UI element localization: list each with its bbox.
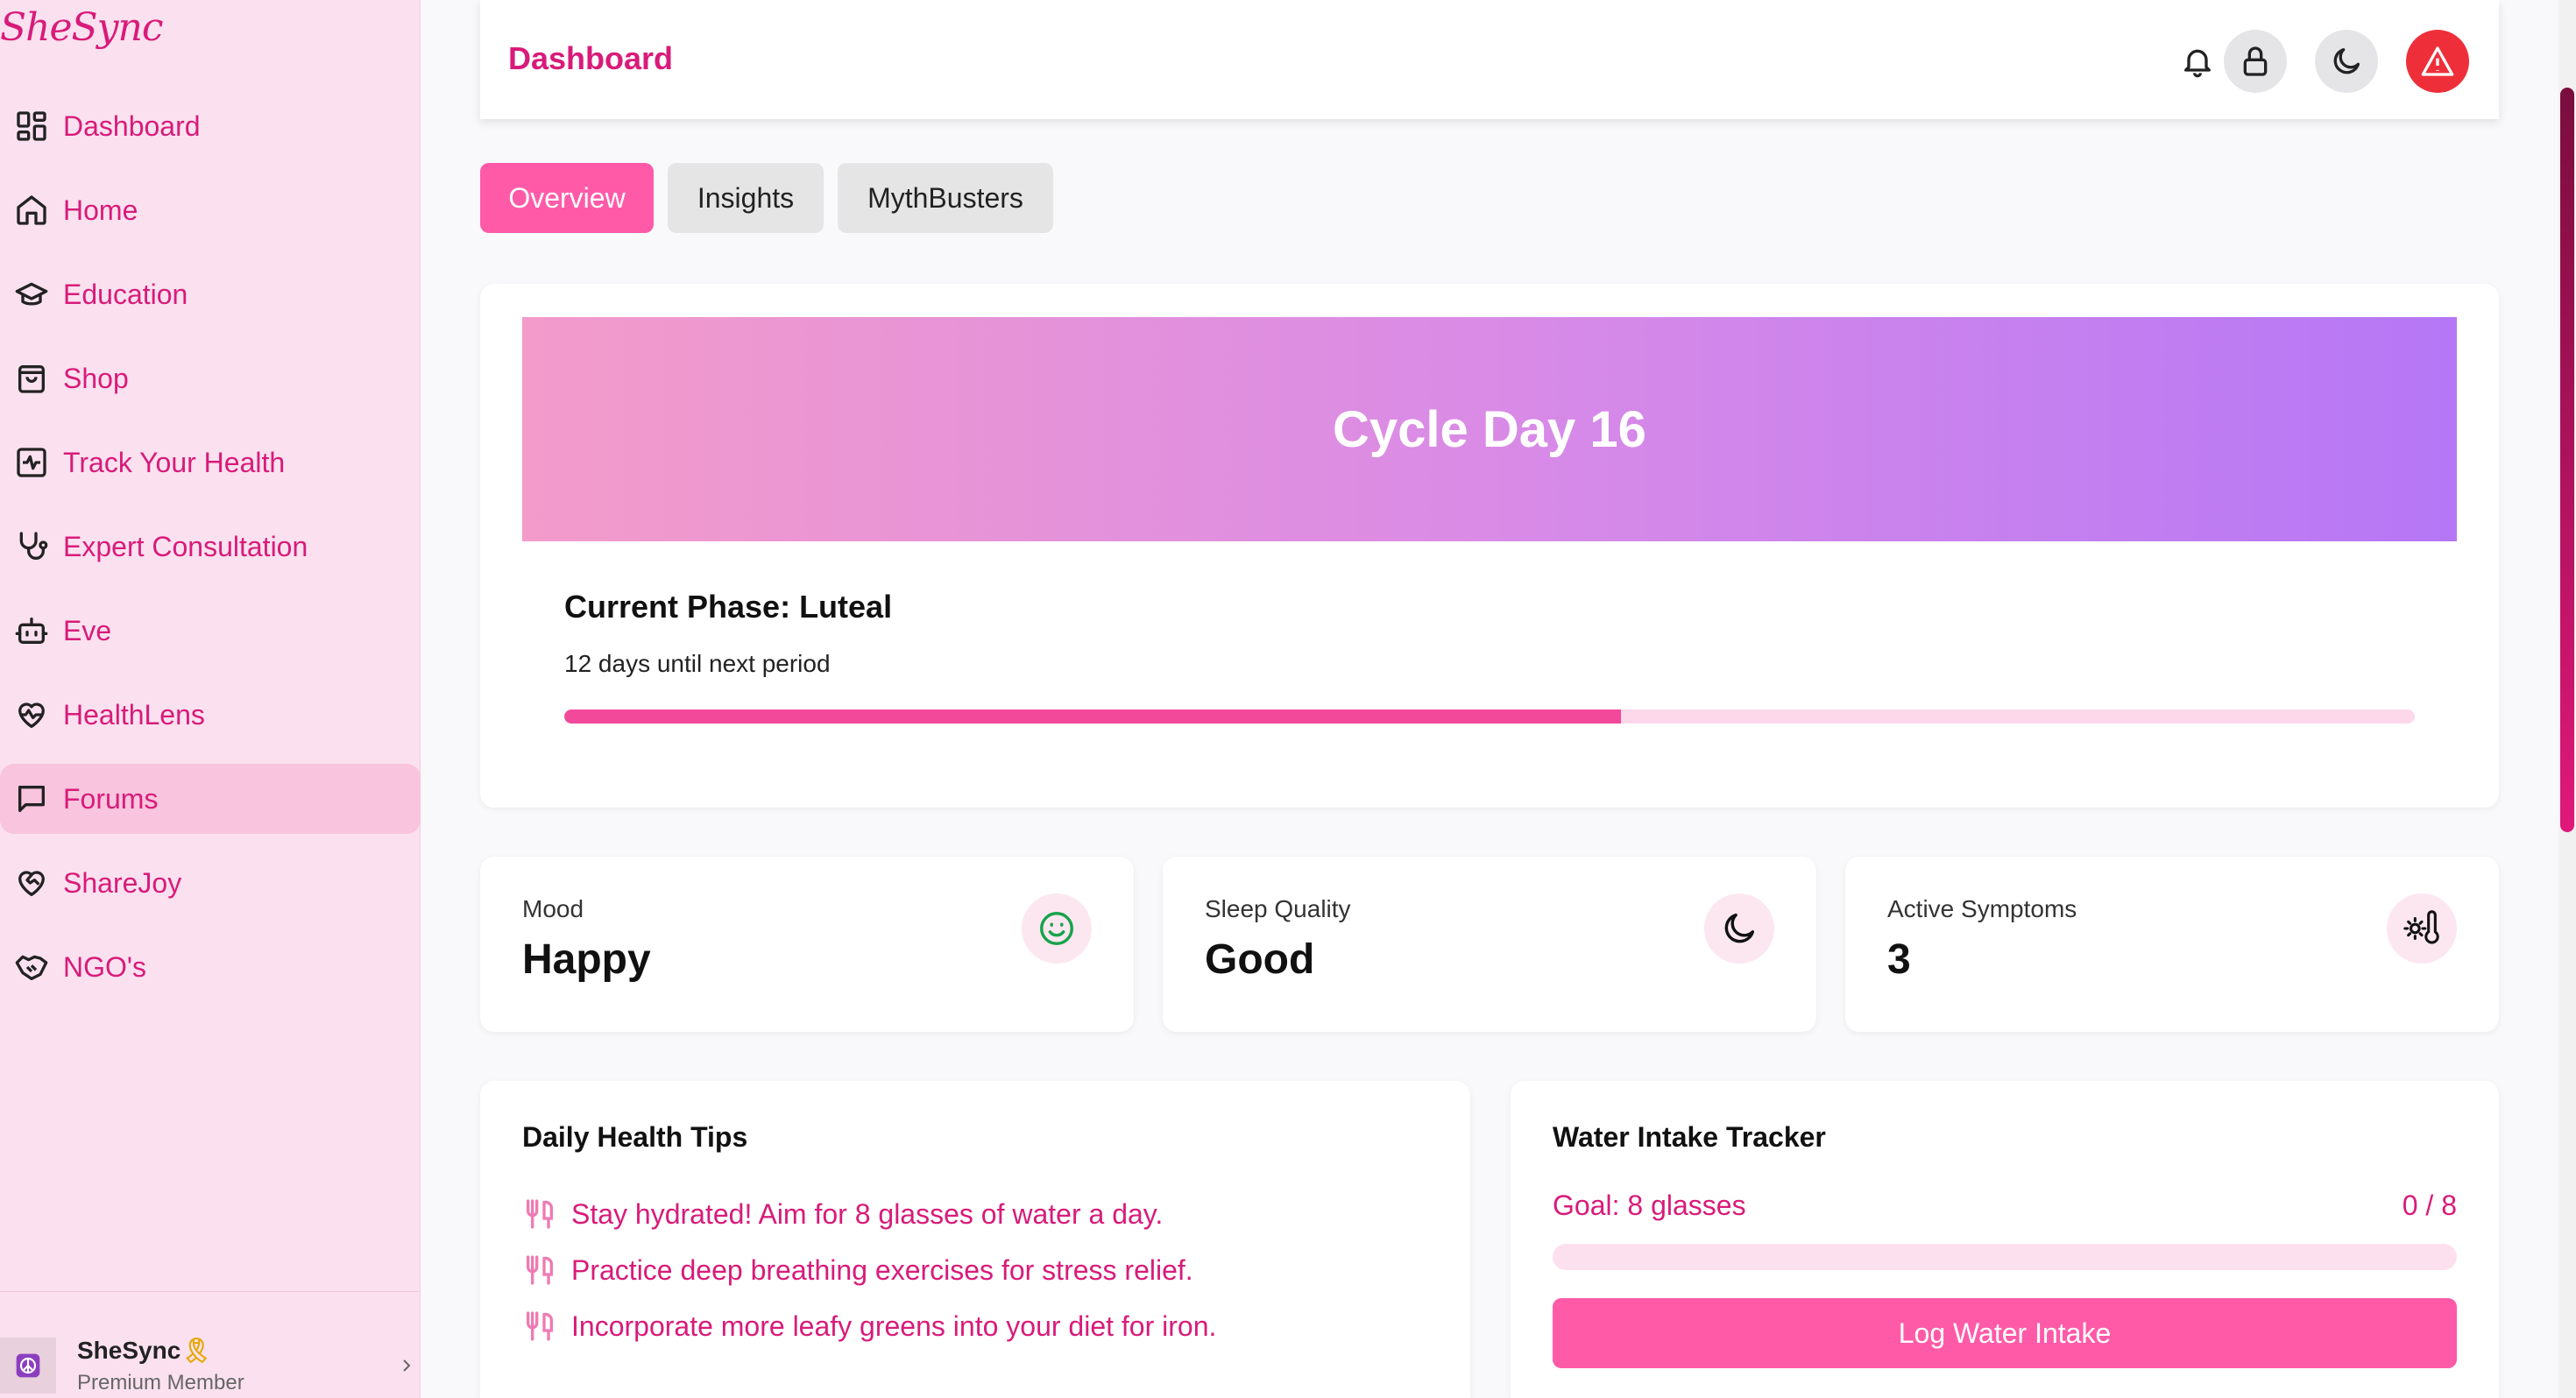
stat-value: 3	[1887, 936, 1911, 983]
notifications-button[interactable]	[2166, 30, 2229, 93]
lock-icon	[2243, 46, 2268, 76]
sidebar-item-label: Forums	[63, 782, 159, 815]
tab-mythbusters[interactable]: MythBusters	[838, 163, 1053, 233]
home-icon	[14, 193, 49, 228]
dark-mode-toggle[interactable]	[2315, 30, 2378, 93]
alert-triangle-icon	[2421, 46, 2454, 76]
mood-card: Mood Happy	[480, 857, 1134, 1032]
tab-overview[interactable]: Overview	[480, 163, 654, 233]
sidebar-item-label: Education	[63, 278, 188, 310]
dashboard-tabs: Overview Insights MythBusters	[480, 163, 1067, 233]
log-water-intake-button[interactable]: Log Water Intake	[1553, 1298, 2457, 1368]
tab-insights[interactable]: Insights	[668, 163, 824, 233]
sidebar-nav: Dashboard Home Education Shop Track Your…	[0, 91, 421, 1016]
emergency-alert-button[interactable]	[2406, 30, 2469, 93]
sidebar-item-education[interactable]: Education	[0, 259, 421, 329]
utensils-icon	[527, 1255, 553, 1285]
water-count: 0 / 8	[2402, 1190, 2457, 1221]
list-item: Incorporate more leafy greens into your …	[522, 1298, 1216, 1354]
top-header: Dashboard	[480, 0, 2499, 119]
sidebar-item-label: Eve	[63, 614, 112, 646]
water-goal: Goal: 8 glasses	[1553, 1190, 1746, 1221]
list-item: Stay hydrated! Aim for 8 glasses of wate…	[522, 1186, 1216, 1242]
card-title: Water Intake Tracker	[1553, 1121, 1826, 1153]
avatar	[0, 1338, 56, 1394]
utensils-icon	[527, 1311, 553, 1341]
bot-icon	[14, 613, 49, 648]
scrollbar-thumb[interactable]	[2560, 88, 2574, 832]
shopping-bag-icon	[14, 361, 49, 396]
cycle-day-banner: Cycle Day 16	[522, 317, 2457, 541]
activity-icon	[14, 445, 49, 480]
sidebar-item-home[interactable]: Home	[0, 175, 421, 245]
water-progress-bar	[1553, 1244, 2457, 1270]
daily-health-tips-card: Daily Health Tips Stay hydrated! Aim for…	[480, 1081, 1470, 1398]
user-role: Premium Member	[77, 1371, 244, 1394]
sidebar-item-ngos[interactable]: NGO's	[0, 932, 421, 1002]
sidebar-item-label: Track Your Health	[63, 446, 286, 478]
stethoscope-icon	[14, 529, 49, 564]
app-logo[interactable]: SheSync	[0, 0, 163, 56]
message-square-icon	[14, 781, 49, 816]
stat-value: Good	[1205, 936, 1315, 983]
sidebar-item-healthlens[interactable]: HealthLens	[0, 680, 421, 750]
cycle-progress-bar	[564, 710, 2415, 724]
peace-icon	[16, 1353, 40, 1378]
heart-pulse-icon	[14, 697, 49, 732]
ribbon-icon: 🎗	[180, 1337, 212, 1364]
stat-label: Mood	[522, 895, 584, 922]
sidebar-item-shop[interactable]: Shop	[0, 343, 421, 413]
page-title: Dashboard	[508, 40, 674, 76]
cycle-progress-fill	[564, 710, 1621, 724]
sidebar-item-label: HealthLens	[63, 698, 205, 731]
tips-list: Stay hydrated! Aim for 8 glasses of wate…	[522, 1186, 1216, 1354]
card-title: Daily Health Tips	[522, 1121, 748, 1153]
handshake-icon	[14, 950, 49, 985]
graduation-cap-icon	[14, 277, 49, 312]
stat-value: Happy	[522, 936, 651, 983]
user-name: SheSync🎗	[77, 1337, 212, 1364]
smile-icon	[1022, 893, 1092, 964]
sidebar-item-label: NGO's	[63, 950, 146, 983]
dashboard-grid-icon	[14, 109, 49, 144]
days-until-period: 12 days until next period	[564, 650, 831, 677]
moon-icon	[2333, 48, 2360, 74]
utensils-icon	[527, 1199, 553, 1229]
sidebar-item-label: Expert Consultation	[63, 530, 308, 562]
sleep-quality-card: Sleep Quality Good	[1163, 857, 1816, 1032]
heart-handshake-icon	[14, 865, 49, 900]
bell-icon	[2184, 49, 2211, 78]
chevron-right-icon[interactable]	[396, 1355, 417, 1376]
list-item: Practice deep breathing exercises for st…	[522, 1242, 1216, 1298]
lock-button[interactable]	[2224, 30, 2287, 93]
sidebar-item-dashboard[interactable]: Dashboard	[0, 91, 421, 161]
thermometer-sun-icon	[2387, 893, 2457, 964]
sidebar-item-sharejoy[interactable]: ShareJoy	[0, 848, 421, 918]
sidebar-item-expert-consultation[interactable]: Expert Consultation	[0, 512, 421, 582]
water-intake-card: Water Intake Tracker Goal: 8 glasses 0 /…	[1511, 1081, 2499, 1398]
cycle-card: Cycle Day 16 Current Phase: Luteal 12 da…	[480, 284, 2499, 808]
stat-label: Sleep Quality	[1205, 895, 1351, 922]
sidebar-item-eve[interactable]: Eve	[0, 596, 421, 666]
sidebar: SheSync Dashboard Home Education Shop Tr…	[0, 0, 421, 1398]
sidebar-item-forums[interactable]: Forums	[0, 764, 421, 834]
sidebar-item-label: Shop	[63, 362, 129, 394]
sidebar-item-track-your-health[interactable]: Track Your Health	[0, 427, 421, 498]
stat-label: Active Symptoms	[1887, 895, 2077, 922]
active-symptoms-card: Active Symptoms 3	[1845, 857, 2499, 1032]
moon-icon	[1704, 893, 1774, 964]
current-phase: Current Phase: Luteal	[564, 589, 893, 625]
user-profile-card[interactable]: SheSync🎗 Premium Member	[0, 1291, 421, 1398]
sidebar-item-label: Dashboard	[63, 109, 201, 142]
sidebar-item-label: Home	[63, 194, 138, 226]
sidebar-item-label: ShareJoy	[63, 866, 182, 899]
